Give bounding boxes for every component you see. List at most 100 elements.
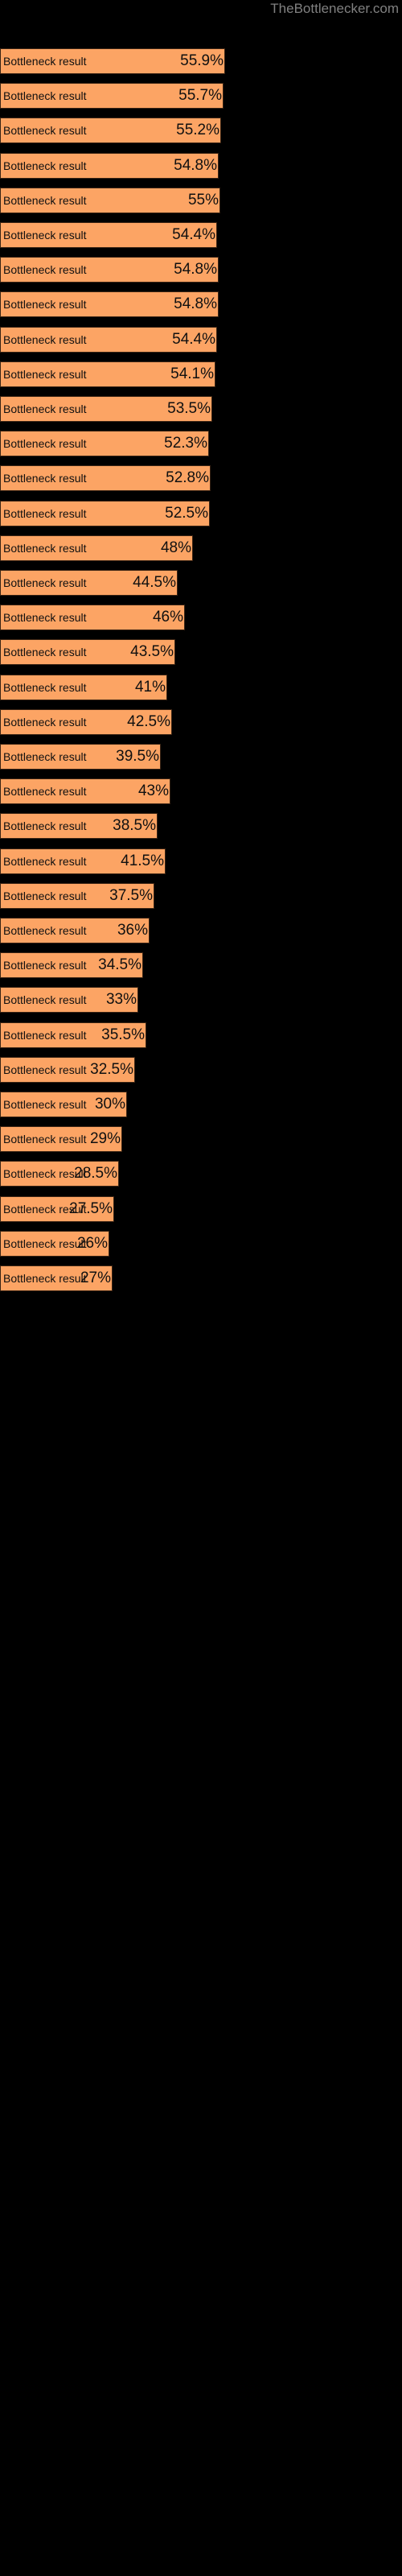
bar-category-label: Bottleneck result: [3, 229, 87, 242]
bar-value-label: 54.4%: [172, 226, 215, 243]
bar-value-label: 55.7%: [178, 87, 222, 105]
bar-row: Bottleneck result 41%: [0, 674, 402, 700]
bar-row: Bottleneck result 54.8%: [0, 291, 402, 318]
bar-value-label: 29%: [89, 1130, 121, 1148]
bar-category-label: Bottleneck result: [3, 819, 87, 833]
bar-category-label: Bottleneck result: [3, 576, 87, 589]
bar-value-label: 54.8%: [174, 261, 217, 279]
bar-value-label: 43%: [137, 782, 169, 800]
bar-category-label: Bottleneck result: [3, 541, 87, 555]
bar-value-label: 43.5%: [130, 643, 174, 661]
bar-value-label: 55.9%: [180, 52, 224, 69]
bar-row: Bottleneck result 44.5%: [0, 570, 402, 596]
bar-row: Bottleneck result 32.5%: [0, 1056, 402, 1083]
bar-row: Bottleneck result 48%: [0, 535, 402, 561]
bar-category-label: Bottleneck result: [3, 506, 87, 520]
bar-row: Bottleneck result 52.8%: [0, 465, 402, 492]
bar-row: Bottleneck result 29%: [0, 1126, 402, 1153]
bar-category-label: Bottleneck result: [3, 298, 87, 312]
bar-category-label: Bottleneck result: [3, 854, 87, 868]
bar-category-label: Bottleneck result: [3, 89, 87, 103]
bar-category-label: Bottleneck result: [3, 1133, 87, 1146]
bar-value-label: 42.5%: [127, 712, 170, 730]
bar-value-label: 37.5%: [109, 886, 153, 904]
bar-value-label: 27.5%: [69, 1199, 113, 1217]
bar-category-label: Bottleneck result: [3, 924, 87, 937]
bar-value-label: 28.5%: [74, 1165, 117, 1183]
bar-category-label: Bottleneck result: [3, 611, 87, 625]
bar-row: Bottleneck result 39.5%: [0, 744, 402, 770]
bar-category-label: Bottleneck result: [3, 750, 87, 763]
bar-category-label: Bottleneck result: [3, 367, 87, 381]
bar-category-label: Bottleneck result: [3, 1028, 87, 1042]
bar-value-label: 53.5%: [167, 400, 211, 417]
bar-value-label: 54.4%: [172, 330, 215, 348]
bar-value-label: 36%: [117, 922, 148, 939]
bar-value-label: 41.5%: [121, 852, 164, 869]
bar-row: Bottleneck result 42.5%: [0, 708, 402, 735]
bar-row: Bottleneck result 54.8%: [0, 257, 402, 283]
bar-row: Bottleneck result 54.4%: [0, 222, 402, 248]
bar-category-label: Bottleneck result: [3, 959, 87, 972]
bar-value-label: 46%: [152, 609, 183, 626]
bar-value-label: 41%: [134, 678, 166, 696]
bar-value-label: 54.1%: [170, 365, 214, 382]
bar-value-label: 39.5%: [116, 748, 159, 765]
bar-value-label: 34.5%: [98, 956, 142, 974]
bar-category-label: Bottleneck result: [3, 785, 87, 799]
bar-category-label: Bottleneck result: [3, 993, 87, 1007]
bar-row: Bottleneck result 36%: [0, 918, 402, 943]
bar-value-label: 55.2%: [176, 122, 219, 139]
bar-row: Bottleneck result 52.5%: [0, 500, 402, 526]
bar-row: Bottleneck result 30%: [0, 1092, 402, 1117]
bar-category-label: Bottleneck result: [3, 472, 87, 485]
bar-row: Bottleneck result 55%: [0, 187, 402, 213]
bar-row: Bottleneck result 54.8%: [0, 152, 402, 179]
bar-category-label: Bottleneck result: [3, 332, 87, 346]
bar-row: Bottleneck result 43%: [0, 778, 402, 805]
bar-row: Bottleneck result 38.5%: [0, 813, 402, 840]
bar-row: Bottleneck result 43.5%: [0, 639, 402, 666]
bar-row: Bottleneck result 35.5%: [0, 1022, 402, 1048]
bar-row: Bottleneck result 55.2%: [0, 118, 402, 144]
bar-category-label: Bottleneck result: [3, 437, 87, 451]
bar-value-label: 44.5%: [133, 574, 176, 591]
bar-value-label: 30%: [94, 1096, 125, 1113]
bar-value-label: 26%: [76, 1234, 108, 1252]
bar-value-label: 52.3%: [164, 435, 207, 452]
bar-category-label: Bottleneck result: [3, 680, 87, 694]
bar-value-label: 48%: [160, 539, 191, 556]
bar-value-label: 33%: [105, 991, 137, 1009]
bar-category-label: Bottleneck result: [3, 1098, 87, 1111]
bar-row: Bottleneck result 33%: [0, 987, 402, 1013]
bar-category-label: Bottleneck result: [3, 193, 87, 207]
plot-area: Bottleneck result 55.9% Bottleneck result 5…: [0, 0, 402, 2576]
bar-row: Bottleneck result 52.3%: [0, 431, 402, 457]
bar-row: Bottleneck result 28.5%: [0, 1161, 402, 1187]
bar-value-label: 27%: [80, 1269, 111, 1286]
bar-value-label: 52.5%: [165, 504, 208, 522]
bar-category-label: Bottleneck result: [3, 55, 87, 68]
bar-value-label: 54.8%: [174, 156, 217, 174]
bar-row: Bottleneck result 55.7%: [0, 83, 402, 109]
bar-category-label: Bottleneck result: [3, 646, 87, 659]
bar-category-label: Bottleneck result: [3, 159, 87, 172]
bar-row: Bottleneck result 37.5%: [0, 882, 402, 909]
bar-value-label: 54.8%: [174, 295, 217, 313]
bar-value-label: 55%: [187, 191, 219, 208]
bar-row: Bottleneck result 53.5%: [0, 396, 402, 422]
bar-category-label: Bottleneck result: [3, 889, 87, 902]
bar-value-label: 52.8%: [166, 469, 209, 487]
bar-row: Bottleneck result 55.9%: [0, 48, 402, 74]
bar-row: Bottleneck result 34.5%: [0, 952, 402, 979]
bar-category-label: Bottleneck result: [3, 1063, 87, 1076]
bar-row: Bottleneck result 41.5%: [0, 848, 402, 874]
bar-category-label: Bottleneck result: [3, 124, 87, 138]
bar-row: Bottleneck result 27%: [0, 1265, 402, 1291]
bar-category-label: Bottleneck result: [3, 263, 87, 277]
bar-category-label: Bottleneck result: [3, 402, 87, 415]
bar-value-label: 38.5%: [113, 817, 156, 835]
bar-row: Bottleneck result 54.1%: [0, 361, 402, 387]
bar-row: Bottleneck result 46%: [0, 605, 402, 631]
bar-row: Bottleneck result 54.4%: [0, 326, 402, 353]
